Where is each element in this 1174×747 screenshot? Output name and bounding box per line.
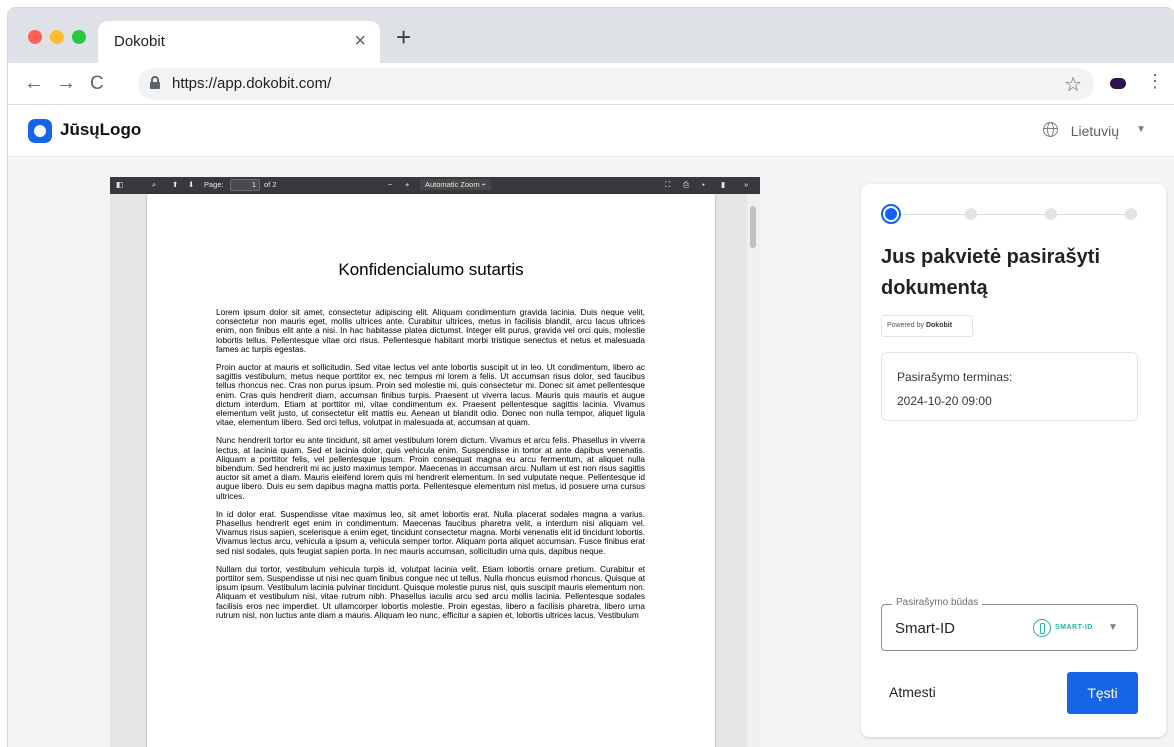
signing-method-select[interactable]: Pasirašymo būdas Smart-ID SMART-ID ▼: [881, 597, 1138, 651]
page-label: Page:: [204, 180, 224, 189]
step-2: [965, 208, 977, 220]
document-title: Konfidencialumo sutartis: [338, 260, 524, 279]
smart-id-icon: [1033, 619, 1051, 637]
close-tab-icon[interactable]: ×: [354, 30, 366, 53]
print-icon[interactable]: ⎙: [683, 180, 689, 190]
bookmark-star-icon[interactable]: ☆: [1064, 72, 1082, 97]
tab-dokobit[interactable]: Dokobit ×: [98, 21, 380, 63]
document-paragraph: Lorem ipsum dolor sit amet, consectetur …: [216, 307, 645, 354]
document-paragraph: Nullam dui tortor, vestibulum vehicula t…: [216, 563, 645, 620]
url-text[interactable]: https://app.dokobit.com/: [172, 75, 331, 92]
pdf-scrollbar-thumb[interactable]: [750, 206, 756, 248]
document-paragraph: Nunc hendrerit tortor eu ante tincidunt,…: [216, 435, 645, 501]
deadline-card: Pasirašymo terminas: 2024-10-20 09:00: [881, 352, 1138, 421]
signing-method-label: Pasirašymo būdas: [892, 597, 983, 608]
sidebar-toggle-icon[interactable]: ◧: [116, 180, 123, 189]
save-icon[interactable]: ▪: [702, 180, 705, 189]
pdf-viewer: ◧ ⌕ ⬆ ⬇ Page: 1 of 2 − + Automatic Zoom …: [110, 177, 760, 747]
previous-page-icon[interactable]: ⬆: [172, 180, 178, 189]
address-bar[interactable]: https://app.dokobit.com/ ☆: [138, 68, 1094, 100]
document-paragraph: Proin auctor at mauris et sollicitudin. …: [216, 362, 645, 428]
zoom-select[interactable]: Automatic Zoom ÷: [420, 179, 491, 190]
stepper-line: [893, 214, 1133, 215]
logo-text: JūsųLogo: [60, 120, 142, 139]
browser-toolbar: ← → C https://app.dokobit.com/ ☆ ⋮: [8, 63, 1174, 105]
language-selector[interactable]: Lietuvių: [1071, 123, 1119, 139]
chevron-down-icon[interactable]: ▼: [1108, 622, 1118, 633]
back-arrow-icon[interactable]: ←: [24, 72, 44, 95]
browser-menu-icon[interactable]: ⋮: [1146, 72, 1164, 90]
page-total: of 2: [264, 180, 277, 189]
document-body: Lorem ipsum dolor sit amet, consectetur …: [216, 307, 645, 629]
browser-window: Dokobit × + ← → C https://app.dokobit.co…: [8, 8, 1174, 747]
pdf-page: Konfidencialumo sutartis Lorem ipsum dol…: [147, 194, 715, 747]
globe-icon[interactable]: [1043, 122, 1058, 137]
tools-menu-icon[interactable]: »: [744, 180, 748, 189]
tab-bar: Dokobit × +: [8, 8, 1174, 63]
step-1-active: [881, 204, 901, 224]
deadline-label: Pasirašymo terminas:: [897, 370, 1013, 384]
powered-by-text: Powered by: [887, 322, 924, 329]
signing-method-value: Smart-ID: [895, 620, 955, 637]
document-paragraph: In id dolor erat. Suspendisse vitae maxi…: [216, 508, 645, 556]
extension-icon[interactable]: [1110, 78, 1126, 89]
step-4: [1125, 208, 1137, 220]
close-window-button[interactable]: [28, 30, 42, 44]
continue-button[interactable]: Tęsti: [1067, 672, 1138, 714]
bookmark-icon[interactable]: ▮: [721, 180, 725, 189]
logo-icon: [28, 119, 52, 143]
presentation-mode-icon[interactable]: ⛶: [665, 180, 670, 190]
reload-icon[interactable]: C: [90, 73, 104, 95]
maximize-window-button[interactable]: [72, 30, 86, 44]
reject-button[interactable]: Atmesti: [889, 684, 936, 700]
deadline-value: 2024-10-20 09:00: [897, 394, 992, 408]
chevron-down-icon[interactable]: ▼: [1136, 124, 1146, 135]
minimize-window-button[interactable]: [50, 30, 64, 44]
forward-arrow-icon[interactable]: →: [56, 72, 76, 95]
app-header: JūsųLogo Lietuvių ▼: [8, 105, 1174, 157]
progress-stepper: [881, 204, 1141, 224]
next-page-icon[interactable]: ⬇: [188, 180, 194, 189]
step-3: [1045, 208, 1057, 220]
page-number-input[interactable]: 1: [230, 179, 260, 191]
search-icon[interactable]: ⌕: [152, 180, 156, 190]
zoom-out-button[interactable]: −: [388, 180, 392, 189]
tab-title: Dokobit: [114, 33, 165, 50]
new-tab-button[interactable]: +: [396, 22, 411, 53]
pdf-scrollbar[interactable]: [747, 194, 760, 747]
smart-id-logo-text: SMART-ID: [1055, 624, 1093, 631]
signing-panel: Jus pakvietė pasirašyti dokumentą Powere…: [861, 184, 1166, 737]
powered-by-brand: Dokobit: [925, 322, 953, 329]
powered-by-badge: Powered by Dokobit: [881, 315, 973, 337]
lock-icon: [150, 76, 160, 89]
zoom-in-button[interactable]: +: [405, 180, 409, 189]
pdf-toolbar: ◧ ⌕ ⬆ ⬇ Page: 1 of 2 − + Automatic Zoom …: [110, 177, 760, 194]
panel-title: Jus pakvietė pasirašyti dokumentą: [881, 246, 1101, 299]
